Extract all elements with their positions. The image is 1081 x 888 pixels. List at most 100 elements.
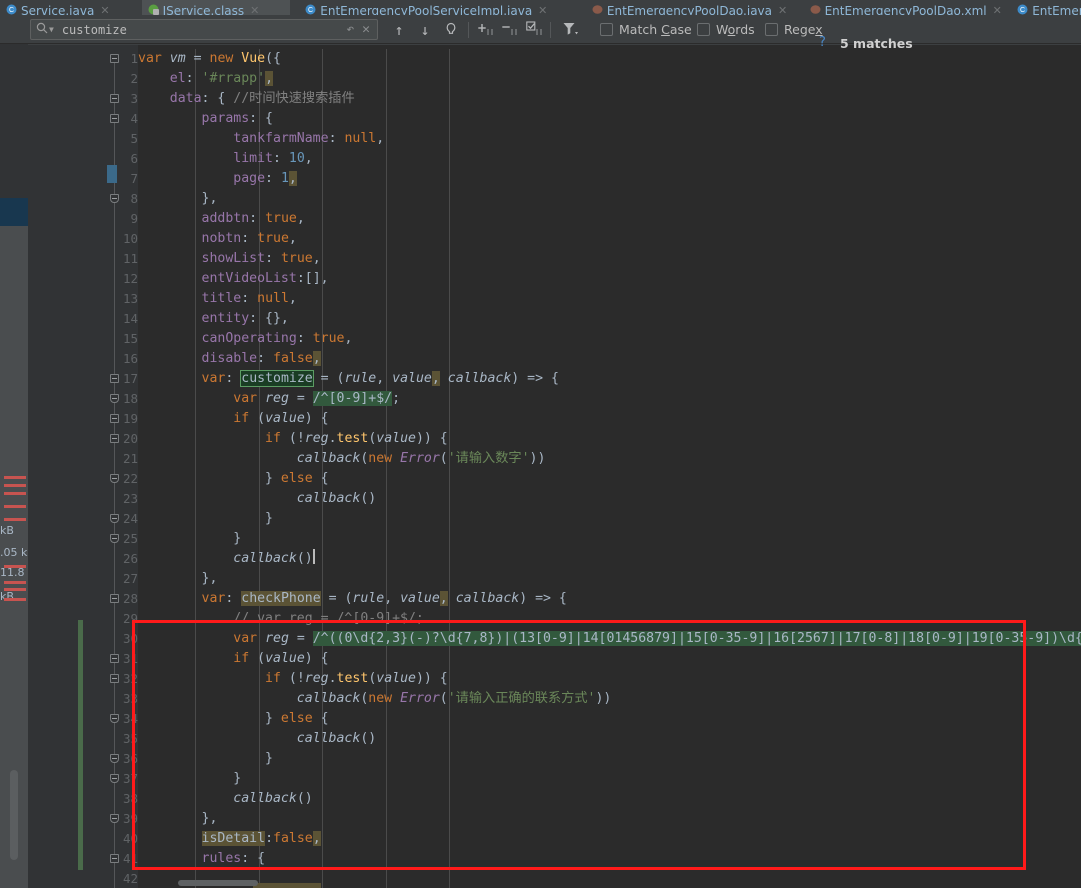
- fold-collapse-marker[interactable]: [110, 94, 119, 103]
- line-number: 22: [122, 471, 138, 486]
- code-line[interactable]: el: '#rrapp',: [138, 69, 274, 89]
- fold-end-marker[interactable]: [110, 194, 119, 203]
- code-line[interactable]: },: [138, 809, 218, 829]
- code-line[interactable]: tankfarmName: null,: [138, 129, 384, 149]
- code-line[interactable]: entVideoList:[],: [138, 269, 329, 289]
- code-line[interactable]: }: [138, 529, 241, 549]
- code-line[interactable]: var vm = new Vue({: [138, 49, 281, 69]
- code-line[interactable]: }: [138, 749, 273, 769]
- code-line[interactable]: if (!reg.test(value)) {: [138, 669, 448, 689]
- code-line[interactable]: callback(new Error('请输入正确的联系方式')): [138, 689, 612, 709]
- code-line[interactable]: rules: {: [138, 849, 266, 869]
- code-content[interactable]: var vm = new Vue({ el: '#rrapp', data: {…: [138, 45, 1081, 888]
- fold-collapse-marker[interactable]: [110, 654, 119, 663]
- editor-tab-entemergencypoolserviceimpl-java[interactable]: C EntEmergencyPoolServiceImpl.java ✕: [299, 0, 576, 15]
- fold-end-marker[interactable]: [110, 474, 119, 483]
- editor-tab-service-java[interactable]: C Service.java ✕: [0, 0, 132, 15]
- code-line[interactable]: var: customize = (rule, value, callback)…: [138, 369, 559, 389]
- code-line[interactable]: callback(): [138, 789, 312, 809]
- code-line[interactable]: }: [138, 769, 241, 789]
- add-occurrence-button[interactable]: [478, 21, 496, 39]
- checkbox-box[interactable]: [765, 23, 778, 36]
- find-next-button[interactable]: ↓: [416, 21, 434, 39]
- code-line[interactable]: if (value) {: [138, 409, 328, 429]
- editor-tab-iservice-class[interactable]: IService.class ✕: [141, 0, 290, 15]
- code-line[interactable]: disable: false,: [138, 349, 321, 369]
- code-line[interactable]: },: [138, 189, 218, 209]
- close-icon[interactable]: ✕: [778, 4, 787, 15]
- search-input-value[interactable]: customize: [62, 23, 347, 37]
- checkbox-box[interactable]: [697, 23, 710, 36]
- code-line[interactable]: data: { //时间快速搜索插件: [138, 89, 355, 109]
- code-editor[interactable]: 1 2 3 4 5 6 7 8 9 10 11 12 13 14 15 16 17 18 19 20 21 22 23 24 2…: [28, 45, 1081, 888]
- bg-scrollbar-thumb[interactable]: [10, 770, 18, 860]
- match-case-checkbox[interactable]: Match Case: [600, 22, 692, 37]
- close-icon[interactable]: ✕: [100, 4, 109, 15]
- editor-tab-entemergencypooldao-java[interactable]: EntEmergencyPoolDao.java ✕: [586, 0, 794, 15]
- fold-collapse-marker[interactable]: [110, 54, 119, 63]
- regex-checkbox[interactable]: Regex: [765, 22, 823, 37]
- editor-gutter[interactable]: 1 2 3 4 5 6 7 8 9 10 11 12 13 14 15 16 17 18 19 20 21 22 23 24 2…: [28, 45, 138, 888]
- bg-error-marker: [4, 581, 26, 584]
- line-number: 16: [122, 351, 138, 366]
- fold-collapse-marker[interactable]: [110, 674, 119, 683]
- search-input[interactable]: ▼ customize ↶ ✕: [30, 19, 378, 40]
- close-icon[interactable]: ✕: [250, 4, 259, 15]
- fold-collapse-marker[interactable]: [110, 374, 119, 383]
- editor-tab-entemergencypooldao-xml[interactable]: EntEmergencyPoolDao.xml ✕: [804, 0, 1002, 15]
- code-line[interactable]: },: [138, 569, 218, 589]
- close-icon[interactable]: ✕: [538, 4, 547, 15]
- code-line[interactable]: } else {: [138, 469, 329, 489]
- code-line[interactable]: limit: 10,: [138, 149, 312, 169]
- fold-end-marker[interactable]: [110, 394, 119, 403]
- search-icon[interactable]: [36, 22, 48, 37]
- fold-collapse-marker[interactable]: [110, 854, 119, 863]
- close-icon[interactable]: ✕: [362, 22, 370, 37]
- code-line[interactable]: params: {: [138, 109, 273, 129]
- code-line[interactable]: callback(): [138, 729, 376, 749]
- code-line[interactable]: isDetail:false,: [138, 829, 321, 849]
- fold-end-marker[interactable]: [110, 774, 119, 783]
- horizontal-scrollbar-thumb[interactable]: [178, 880, 258, 886]
- history-dropdown-icon[interactable]: ↶: [346, 22, 354, 37]
- filter-search-results-button[interactable]: [562, 21, 580, 39]
- select-all-occurrences-button[interactable]: [442, 21, 460, 39]
- code-line[interactable]: }: [138, 509, 273, 529]
- code-line[interactable]: } else {: [138, 709, 329, 729]
- code-line[interactable]: if (!reg.test(value)) {: [138, 429, 448, 449]
- chevron-down-icon[interactable]: ▼: [49, 25, 54, 34]
- line-number: 13: [122, 291, 138, 306]
- fold-collapse-marker[interactable]: [110, 114, 119, 123]
- code-line[interactable]: page: 1,: [138, 169, 297, 189]
- remove-occurrence-button[interactable]: [502, 21, 520, 39]
- find-previous-button[interactable]: ↑: [390, 21, 408, 39]
- code-line[interactable]: var reg = /^[0-9]+$/;: [138, 389, 400, 409]
- fold-end-marker[interactable]: [110, 754, 119, 763]
- code-line[interactable]: var: checkPhone = (rule, value, callback…: [138, 589, 567, 609]
- fold-end-marker[interactable]: [110, 514, 119, 523]
- code-line[interactable]: addbtn: true,: [138, 209, 305, 229]
- editor-tab-entemergencypoolentity-java[interactable]: C EntEmergencyPoolEntity.ja: [1011, 0, 1081, 15]
- code-line[interactable]: if (value) {: [138, 649, 328, 669]
- code-line[interactable]: nobtn: true,: [138, 229, 297, 249]
- code-line[interactable]: showList: true,: [138, 249, 321, 269]
- fold-end-marker[interactable]: [110, 714, 119, 723]
- code-line[interactable]: title: null,: [138, 289, 297, 309]
- fold-collapse-marker[interactable]: [110, 434, 119, 443]
- fold-collapse-marker[interactable]: [110, 594, 119, 603]
- code-line[interactable]: var reg = /^((0\d{2,3}(-)?\d{7,8})|(13[0…: [138, 629, 1081, 649]
- code-line[interactable]: callback(new Error('请输入数字')): [138, 449, 546, 469]
- code-line[interactable]: entity: {},: [138, 309, 289, 329]
- code-line[interactable]: callback(): [138, 489, 376, 509]
- select-all-matches-button[interactable]: [526, 21, 544, 39]
- fold-end-marker[interactable]: [110, 814, 119, 823]
- code-line[interactable]: // var reg = /^[0-9]+$/;: [138, 609, 424, 629]
- regex-help-link[interactable]: ?: [819, 35, 826, 50]
- fold-end-marker[interactable]: [110, 534, 119, 543]
- close-icon[interactable]: ✕: [993, 4, 1002, 15]
- code-line[interactable]: callback(): [138, 549, 315, 569]
- checkbox-box[interactable]: [600, 23, 613, 36]
- fold-collapse-marker[interactable]: [110, 414, 119, 423]
- words-checkbox[interactable]: Words: [697, 22, 755, 37]
- code-line[interactable]: canOperating: true,: [138, 329, 353, 349]
